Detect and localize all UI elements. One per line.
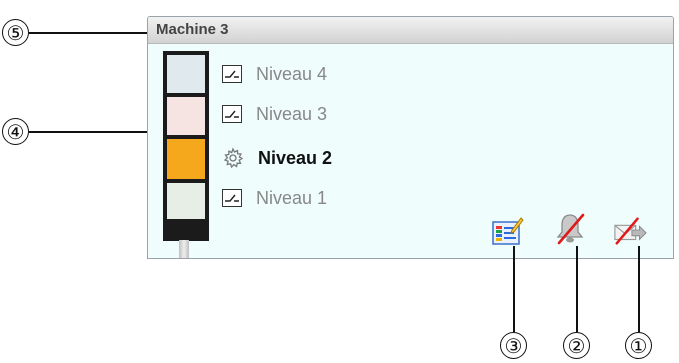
tower-pole: [179, 240, 189, 258]
level-row-4[interactable]: Niveau 4: [222, 61, 327, 87]
level-row-3[interactable]: Niveau 3: [222, 101, 327, 127]
callout-2-leader: [576, 246, 578, 332]
callout-4-label: ④: [6, 119, 25, 144]
tower-light: [163, 51, 209, 241]
callout-5-label: ⑤: [6, 20, 25, 45]
callout-2: ②: [563, 332, 590, 359]
bell-disabled-icon: [556, 213, 585, 245]
callout-4-leader: [29, 131, 166, 133]
callout-4: ④: [2, 118, 29, 145]
callout-5: ⑤: [2, 19, 29, 46]
switch-icon: [222, 65, 242, 83]
level-label: Niveau 3: [256, 103, 328, 124]
level-row-1[interactable]: Niveau 1: [222, 185, 327, 211]
tower-segment-level-3: [167, 97, 205, 135]
machine-panel: Machine 3 Niveau 4 Niveau 3 Niveau 2 Niv…: [147, 16, 674, 259]
callout-1-label: ①: [629, 333, 648, 358]
level-label: Niveau 4: [256, 63, 328, 84]
switch-icon: [222, 189, 242, 207]
forward-mail-disabled-icon: [614, 217, 647, 245]
tower-segment-level-2: [167, 139, 205, 179]
callout-3-leader: [513, 246, 515, 332]
gear-icon: [222, 147, 244, 169]
callout-3: ③: [500, 332, 527, 359]
tower-segment-level-4: [167, 55, 205, 93]
alarm-disabled-button[interactable]: [553, 213, 587, 245]
level-label: Niveau 2: [258, 147, 333, 168]
level-row-2[interactable]: Niveau 2: [222, 145, 332, 171]
edit-chart-button[interactable]: [491, 215, 525, 247]
callout-1-leader: [638, 246, 640, 332]
panel-titlebar: Machine 3: [148, 17, 673, 44]
level-label: Niveau 1: [256, 187, 328, 208]
callout-5-leader: [29, 32, 148, 34]
panel-title: Machine 3: [156, 21, 229, 38]
tower-segment-level-1: [167, 183, 205, 219]
switch-icon: [222, 105, 242, 123]
callout-1: ①: [625, 332, 652, 359]
forward-disabled-button[interactable]: [613, 215, 647, 247]
callout-2-label: ②: [567, 333, 586, 358]
edit-chart-icon: [492, 217, 524, 245]
callout-3-label: ③: [504, 333, 523, 358]
